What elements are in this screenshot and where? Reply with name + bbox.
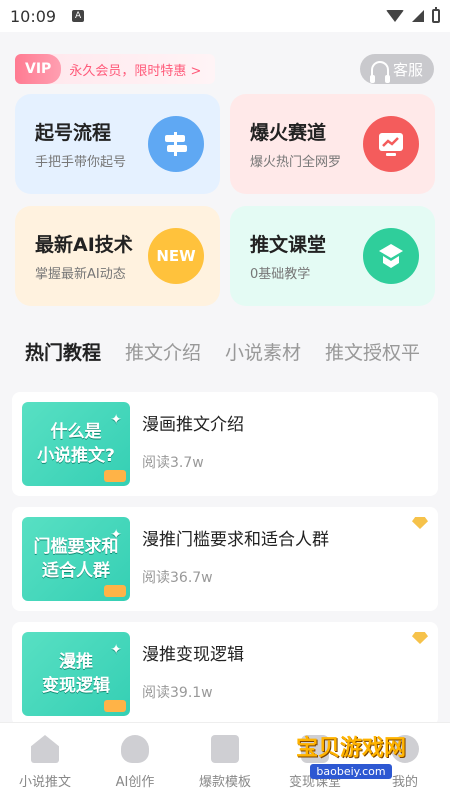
bulb-icon <box>121 735 149 763</box>
watermark-text: 宝贝游戏网 <box>295 736 406 761</box>
sparkle-icon: ✦ <box>110 412 122 428</box>
tab-materials[interactable]: 小说素材 <box>225 338 301 365</box>
nav-templates[interactable]: 爆款模板 <box>180 735 270 790</box>
item-title: 漫画推文介绍 <box>142 415 244 435</box>
thumb-line: 漫推 <box>59 652 93 672</box>
thumb-line: 门槛要求和 <box>33 537 119 557</box>
item-read-count: 阅读36.7w <box>142 570 213 586</box>
category-tabs: 热门教程 推文介绍 小说素材 推文授权平 <box>25 338 420 365</box>
thumb-line: 变现逻辑 <box>42 676 110 696</box>
nav-novel-promo[interactable]: 小说推文 <box>0 735 90 790</box>
new-badge-text: NEW <box>156 247 196 265</box>
tab-intro[interactable]: 推文介绍 <box>125 338 201 365</box>
status-time: 10:09 <box>10 6 57 26</box>
nav-label: 爆款模板 <box>198 775 251 790</box>
headset-icon <box>369 61 390 83</box>
vip-diamond-icon <box>412 632 428 644</box>
watermark-url: baobeiy.com <box>310 764 392 779</box>
tab-hot-tutorials[interactable]: 热门教程 <box>25 338 101 365</box>
document-icon <box>211 735 239 763</box>
vip-tag: VIP <box>15 54 62 84</box>
notification-a-icon: A <box>72 10 85 22</box>
nav-ai-create[interactable]: AI创作 <box>90 735 180 790</box>
battery-icon <box>432 7 440 23</box>
sparkle-icon: ✦ <box>110 642 122 658</box>
trend-chart-icon <box>363 116 419 172</box>
home-icon <box>31 735 59 763</box>
tutorial-thumbnail: ✦ 门槛要求和 适合人群 <box>22 517 130 601</box>
vip-diamond-icon <box>412 517 428 529</box>
list-item[interactable]: ✦ 漫推 变现逻辑 漫推变现逻辑 阅读39.1w <box>12 622 438 726</box>
tutorial-thumbnail: ✦ 漫推 变现逻辑 <box>22 632 130 716</box>
tab-auth-platform[interactable]: 推文授权平 <box>325 338 420 365</box>
list-item[interactable]: ✦ 什么是 小说推文? 漫画推文介绍 阅读3.7w <box>12 392 438 496</box>
wifi-icon <box>386 10 404 22</box>
signal-icon <box>412 10 424 22</box>
nav-label: 小说推文 <box>18 775 71 790</box>
item-title: 漫推变现逻辑 <box>142 645 244 665</box>
list-item[interactable]: ✦ 门槛要求和 适合人群 漫推门槛要求和适合人群 阅读36.7w <box>12 507 438 611</box>
thumb-line: 适合人群 <box>42 561 110 581</box>
thumb-line: 什么是 <box>50 422 102 442</box>
card-latest-ai[interactable]: 最新AI技术 掌握最新AI动态 NEW <box>15 206 220 306</box>
watermark-logo: 宝贝游戏网 baobeiy.com <box>276 730 426 780</box>
card-course[interactable]: 推文课堂 0基础教学 <box>230 206 435 306</box>
book-icon <box>104 700 126 712</box>
item-title: 漫推门槛要求和适合人群 <box>142 530 329 550</box>
vip-banner[interactable]: VIP 永久会员，限时特惠 > <box>15 54 215 84</box>
nav-label: AI创作 <box>115 775 155 790</box>
customer-service-label: 客服 <box>392 60 423 79</box>
card-hot-track[interactable]: 爆火赛道 爆火热门全网罗 <box>230 94 435 194</box>
book-icon <box>104 470 126 482</box>
item-read-count: 阅读3.7w <box>142 455 204 471</box>
vip-promo-text: 永久会员，限时特惠 > <box>69 63 202 79</box>
signpost-icon <box>148 116 204 172</box>
item-read-count: 阅读39.1w <box>142 685 213 701</box>
card-account-setup[interactable]: 起号流程 手把手带你起号 <box>15 94 220 194</box>
new-badge-icon: NEW <box>148 228 204 284</box>
tutorial-thumbnail: ✦ 什么是 小说推文? <box>22 402 130 486</box>
course-icon <box>363 228 419 284</box>
customer-service-button[interactable]: 客服 <box>360 54 434 84</box>
status-icons <box>386 7 440 23</box>
status-bar: 10:09 A <box>0 0 450 32</box>
book-icon <box>104 585 126 597</box>
sparkle-icon: ✦ <box>110 527 122 543</box>
thumb-line: 小说推文? <box>37 446 115 466</box>
